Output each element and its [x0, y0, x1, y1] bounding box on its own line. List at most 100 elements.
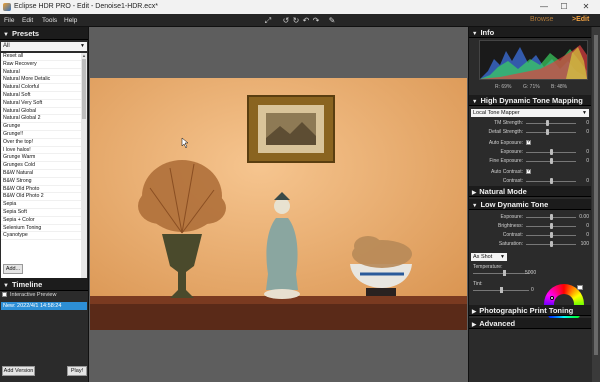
- slider-label: Fine Exposure:: [489, 158, 523, 164]
- preset-item[interactable]: Grunge Warm: [1, 154, 81, 163]
- natural-mode-header[interactable]: ▶ Natural Mode: [469, 186, 591, 197]
- preset-item[interactable]: Reset all: [1, 53, 81, 61]
- preset-item[interactable]: Raw Recovery: [1, 61, 81, 69]
- info-header[interactable]: ▼ Info: [469, 27, 591, 38]
- preset-list[interactable]: Reset all Raw Recovery Natural Natural M…: [1, 53, 81, 287]
- timeline-header[interactable]: ▼ Timeline: [0, 278, 88, 291]
- fine-exposure-slider[interactable]: Fine Exposure: 0: [469, 157, 591, 165]
- edit-mode-button[interactable]: >Edit: [572, 16, 589, 23]
- preset-item[interactable]: Sepia Soft: [1, 209, 81, 217]
- advanced-header[interactable]: ▶ Advanced: [469, 318, 591, 329]
- preset-item[interactable]: Selenium Toning: [1, 225, 81, 233]
- preset-item[interactable]: B&W Old Photo 2: [1, 193, 81, 202]
- auto-contrast-checkbox[interactable]: Auto Contrast:: [469, 168, 591, 176]
- slider-knob[interactable]: [550, 241, 553, 247]
- color-wheel-picker[interactable]: [550, 296, 554, 300]
- ld-exposure-slider[interactable]: Exposure: 0.00: [469, 213, 591, 221]
- menu-edit[interactable]: Edit: [22, 17, 33, 24]
- add-preset-button[interactable]: Add...: [3, 264, 23, 274]
- redo-icon[interactable]: ↷: [311, 16, 321, 25]
- slider-knob[interactable]: [550, 223, 553, 229]
- preset-scrollbar[interactable]: ▲ ▼: [81, 53, 87, 287]
- scrollbar-thumb[interactable]: [82, 59, 86, 119]
- checkbox-box[interactable]: [526, 139, 531, 145]
- rotate-left-icon[interactable]: ↺: [281, 16, 291, 25]
- color-swatch[interactable]: [577, 285, 583, 290]
- expand-triangle-icon: ▶: [472, 322, 477, 328]
- red-readout: R: 69%: [495, 84, 512, 90]
- undo-icon[interactable]: ↶: [301, 16, 311, 25]
- slider-knob[interactable]: [550, 158, 553, 164]
- slider-knob[interactable]: [550, 232, 553, 238]
- preset-filter-dropdown[interactable]: All ▼: [1, 42, 87, 51]
- slider-knob[interactable]: [550, 214, 553, 220]
- preset-item[interactable]: Natural Global 2: [1, 115, 81, 124]
- white-balance-select[interactable]: As Shot ▼: [471, 253, 507, 261]
- fit-screen-icon[interactable]: ⤢: [263, 16, 273, 25]
- play-button[interactable]: Play!: [67, 366, 87, 376]
- preset-item[interactable]: Grunge!!: [1, 131, 81, 139]
- preset-item[interactable]: Over the top!: [1, 139, 81, 147]
- preset-item[interactable]: Natural Soft: [1, 92, 81, 100]
- detail-strength-slider[interactable]: Detail Strength: 0: [469, 128, 591, 136]
- minimize-button[interactable]: —: [536, 1, 552, 13]
- low-dynamic-header[interactable]: ▼ Low Dynamic Tone: [469, 199, 591, 210]
- photo-preview[interactable]: [90, 78, 467, 330]
- scroll-up-icon[interactable]: ▲: [81, 53, 87, 58]
- close-button[interactable]: ✕: [578, 1, 594, 13]
- preset-item[interactable]: Natural Colorful: [1, 84, 81, 92]
- slider-track[interactable]: [526, 132, 576, 133]
- checkbox-box[interactable]: [2, 292, 7, 298]
- preset-item[interactable]: Sepia + Color: [1, 217, 81, 225]
- image-canvas[interactable]: [89, 27, 468, 382]
- preset-item[interactable]: Natural Very Soft: [1, 100, 81, 108]
- slider-knob[interactable]: [546, 120, 549, 126]
- contrast-slider[interactable]: Contrast: 0: [469, 177, 591, 185]
- maximize-button[interactable]: ☐: [556, 1, 572, 13]
- tint-knob[interactable]: [500, 287, 503, 293]
- collapse-triangle-icon: ▼: [472, 31, 478, 37]
- photo-print-toning-header[interactable]: ▶ Photographic Print Toning: [469, 305, 591, 316]
- scrollbar-thumb[interactable]: [594, 35, 598, 355]
- preset-item[interactable]: I love halos!: [1, 147, 81, 155]
- preset-item[interactable]: Grunge: [1, 123, 81, 131]
- preset-item[interactable]: B&W Strong: [1, 178, 81, 186]
- ld-contrast-slider[interactable]: Contrast: 0: [469, 231, 591, 239]
- slider-track[interactable]: [526, 123, 576, 124]
- preset-item[interactable]: Sepia: [1, 201, 81, 209]
- preset-item[interactable]: Natural Global: [1, 108, 81, 116]
- temperature-track[interactable]: [473, 273, 529, 274]
- checkbox-box[interactable]: [526, 168, 531, 174]
- rotate-right-icon[interactable]: ↻: [291, 16, 301, 25]
- slider-label: Contrast:: [502, 178, 523, 184]
- menu-tools[interactable]: Tools: [42, 17, 57, 24]
- exposure-slider[interactable]: Exposure: 0: [469, 148, 591, 156]
- menu-help[interactable]: Help: [64, 17, 77, 24]
- presets-header[interactable]: ▼ Presets: [0, 27, 88, 40]
- preset-item[interactable]: Grunges Cold: [1, 162, 81, 170]
- preset-item[interactable]: B&W Natural: [1, 170, 81, 178]
- slider-knob[interactable]: [550, 178, 553, 184]
- temperature-knob[interactable]: [502, 270, 506, 276]
- auto-exposure-checkbox[interactable]: Auto Exposure:: [469, 139, 591, 147]
- slider-knob[interactable]: [546, 129, 549, 135]
- brush-icon[interactable]: ✎: [327, 16, 337, 25]
- right-scrollbar[interactable]: [592, 27, 600, 382]
- brightness-slider[interactable]: Brightness: 0: [469, 222, 591, 230]
- preset-item[interactable]: Cyanotype: [1, 232, 81, 241]
- add-version-button[interactable]: Add Version: [2, 366, 35, 376]
- info-header-label: Info: [480, 28, 495, 37]
- slider-knob[interactable]: [550, 149, 553, 155]
- slider-value: 100: [580, 241, 589, 247]
- browse-mode-button[interactable]: Browse: [530, 16, 553, 23]
- preset-item[interactable]: Natural More Detalic: [1, 76, 81, 85]
- tm-strength-slider[interactable]: TM Strength: 0: [469, 119, 591, 127]
- tone-mapper-select[interactable]: Local Tone Mapper ▼: [471, 109, 589, 117]
- saturation-slider[interactable]: Saturation: 100: [469, 240, 591, 248]
- menu-file[interactable]: File: [4, 17, 14, 24]
- preset-item[interactable]: Natural: [1, 69, 81, 77]
- interactive-preview-checkbox[interactable]: Interactive Preview: [2, 292, 56, 298]
- preset-item[interactable]: B&W Old Photo: [1, 186, 81, 194]
- hdtm-header[interactable]: ▼ High Dynamic Tone Mapping: [469, 95, 591, 106]
- timeline-entry[interactable]: New: 2022/4/1 14:58:24: [1, 302, 87, 310]
